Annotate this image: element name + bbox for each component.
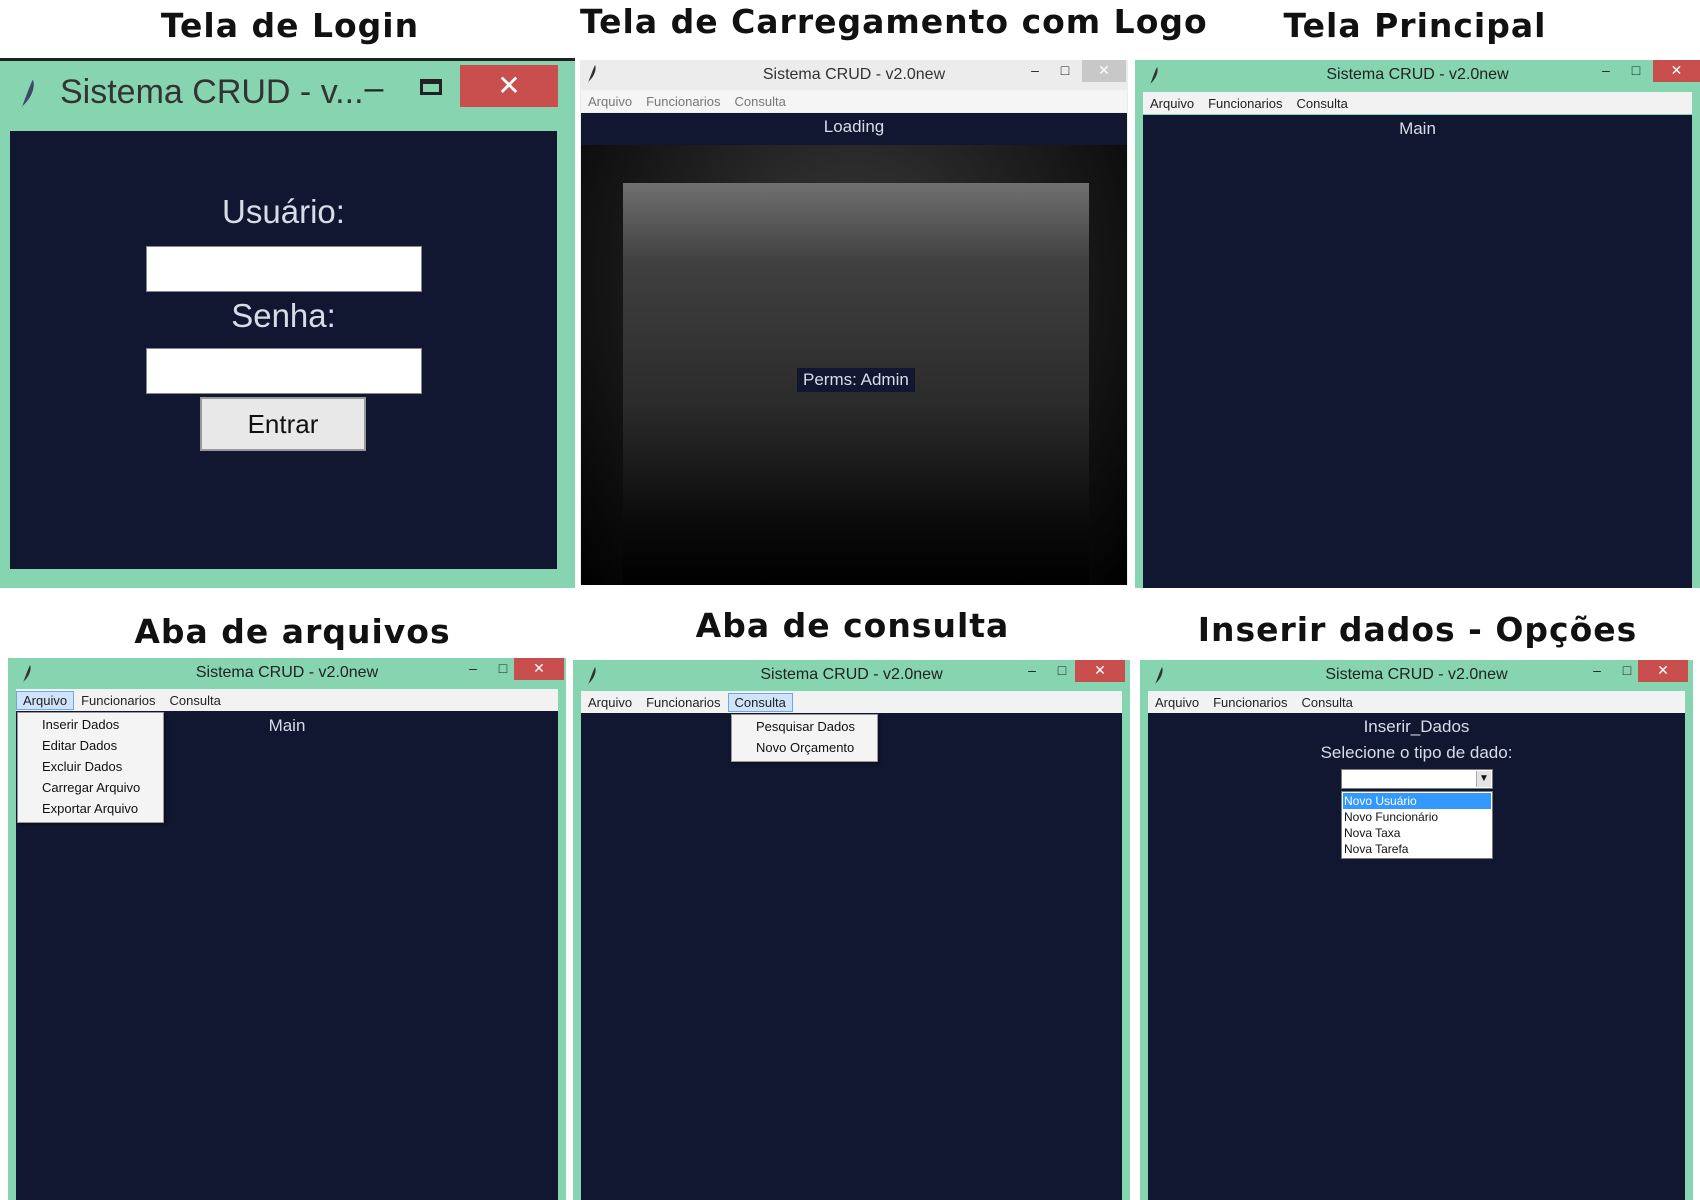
menu-item-carregar-arquivo[interactable]: Carregar Arquivo xyxy=(18,778,163,799)
logo-area xyxy=(581,145,1127,585)
consulta-content xyxy=(581,713,1122,1200)
menu-funcionarios[interactable]: Funcionarios xyxy=(639,92,727,111)
loading-label: Loading xyxy=(823,117,885,136)
loading-window: Sistema CRUD - v2.0new – □ ✕ Arquivo Fun… xyxy=(580,60,1128,585)
login-window: Sistema CRUD - v... – ✕ Usuário: Senha: … xyxy=(0,58,575,588)
caption-inserir: Inserir dados - Opções xyxy=(1197,610,1638,649)
minimize-button[interactable]: – xyxy=(356,69,392,108)
menu-funcionarios[interactable]: Funcionarios xyxy=(74,691,162,710)
maximize-button[interactable]: □ xyxy=(1621,60,1651,82)
select-type-label: Selecione o tipo de dado: xyxy=(1320,743,1513,762)
password-input[interactable] xyxy=(146,348,422,394)
maximize-button[interactable] xyxy=(420,79,442,95)
caption-main: Tela Principal xyxy=(1283,6,1547,45)
menu-arquivo[interactable]: Arquivo xyxy=(1143,94,1201,113)
menu-consulta[interactable]: Consulta xyxy=(728,92,793,111)
type-combobox[interactable]: ▼ xyxy=(1341,769,1493,789)
inserir-label: Inserir_Dados xyxy=(1363,717,1470,736)
caption-arquivos: Aba de arquivos xyxy=(134,612,451,651)
window-title: Sistema CRUD - v... xyxy=(60,73,364,111)
menubar: Arquivo Funcionarios Consulta xyxy=(1148,691,1685,713)
inserir-content: Inserir_Dados Selecione o tipo de dado: … xyxy=(1148,713,1685,1200)
menu-arquivo[interactable]: Arquivo xyxy=(1148,693,1206,712)
option-nova-tarefa[interactable]: Nova Tarefa xyxy=(1343,841,1491,857)
arquivo-window: Sistema CRUD - v2.0new – □ ✕ Arquivo Fun… xyxy=(8,658,566,1200)
consulta-dropdown: Pesquisar Dados Novo Orçamento xyxy=(731,714,878,762)
close-button[interactable]: ✕ xyxy=(460,65,558,107)
option-novo-usuario[interactable]: Novo Usuário xyxy=(1343,793,1491,809)
menu-arquivo[interactable]: Arquivo xyxy=(16,690,75,710)
menubar: Arquivo Funcionarios Consulta xyxy=(16,689,558,711)
menu-funcionarios[interactable]: Funcionarios xyxy=(1206,693,1294,712)
chevron-down-icon[interactable]: ▼ xyxy=(1476,771,1491,787)
option-nova-taxa[interactable]: Nova Taxa xyxy=(1343,825,1491,841)
close-button[interactable]: ✕ xyxy=(1075,660,1125,682)
minimize-button[interactable]: – xyxy=(1017,660,1047,682)
maximize-button[interactable]: □ xyxy=(1047,660,1077,682)
feather-icon xyxy=(21,79,34,109)
close-button[interactable]: ✕ xyxy=(1082,60,1126,82)
close-button[interactable]: ✕ xyxy=(1638,660,1688,682)
caption-login: Tela de Login xyxy=(160,6,420,45)
close-button[interactable]: ✕ xyxy=(1653,60,1700,82)
type-combobox-value xyxy=(1342,771,1345,786)
menu-consulta[interactable]: Consulta xyxy=(1295,693,1360,712)
consulta-window: Sistema CRUD - v2.0new – □ ✕ Arquivo Fun… xyxy=(573,660,1130,1200)
minimize-button[interactable]: – xyxy=(1591,60,1621,82)
caption-loading: Tela de Carregamento com Logo xyxy=(580,2,1208,41)
minimize-button[interactable]: – xyxy=(1020,60,1050,82)
menu-funcionarios[interactable]: Funcionarios xyxy=(639,693,727,712)
perms-label: Perms: Admin xyxy=(797,368,915,392)
login-content: Usuário: Senha: Entrar xyxy=(10,131,557,569)
option-novo-funcionario[interactable]: Novo Funcionário xyxy=(1343,809,1491,825)
menu-consulta[interactable]: Consulta xyxy=(1290,94,1355,113)
caption-consulta: Aba de consulta xyxy=(695,606,1010,645)
menu-item-inserir-dados[interactable]: Inserir Dados xyxy=(18,715,163,736)
username-input[interactable] xyxy=(146,246,422,292)
password-label: Senha: xyxy=(231,297,336,334)
menu-consulta[interactable]: Consulta xyxy=(727,692,793,712)
maximize-button[interactable]: □ xyxy=(1050,60,1080,82)
menu-item-excluir-dados[interactable]: Excluir Dados xyxy=(18,757,163,778)
login-button[interactable]: Entrar xyxy=(200,397,366,451)
username-label: Usuário: xyxy=(222,193,345,230)
menu-consulta[interactable]: Consulta xyxy=(163,691,228,710)
menu-arquivo[interactable]: Arquivo xyxy=(581,92,639,111)
inserir-window: Sistema CRUD - v2.0new – □ ✕ Arquivo Fun… xyxy=(1140,660,1693,1200)
close-button[interactable]: ✕ xyxy=(514,658,564,680)
arquivo-dropdown: Inserir Dados Editar Dados Excluir Dados… xyxy=(17,712,164,823)
menu-arquivo[interactable]: Arquivo xyxy=(581,693,639,712)
main-content: Main xyxy=(1143,115,1692,588)
menubar: Arquivo Funcionarios Consulta xyxy=(581,691,1122,713)
minimize-button[interactable]: – xyxy=(458,658,488,680)
menubar: Arquivo Funcionarios Consulta xyxy=(581,90,1127,112)
menu-item-editar-dados[interactable]: Editar Dados xyxy=(18,736,163,757)
menu-funcionarios[interactable]: Funcionarios xyxy=(1201,94,1289,113)
menu-item-pesquisar-dados[interactable]: Pesquisar Dados xyxy=(732,717,877,738)
menu-item-novo-orcamento[interactable]: Novo Orçamento xyxy=(732,738,877,759)
menubar: Arquivo Funcionarios Consulta xyxy=(1143,92,1692,114)
main-window: Sistema CRUD - v2.0new – □ ✕ Arquivo Fun… xyxy=(1135,60,1700,588)
main-label: Main xyxy=(1399,119,1436,138)
minimize-button[interactable]: – xyxy=(1582,660,1612,682)
menu-item-exportar-arquivo[interactable]: Exportar Arquivo xyxy=(18,799,163,820)
loading-content: Loading Perms: Admin xyxy=(581,113,1127,585)
type-options-list: Novo Usuário Novo Funcionário Nova Taxa … xyxy=(1341,791,1493,859)
